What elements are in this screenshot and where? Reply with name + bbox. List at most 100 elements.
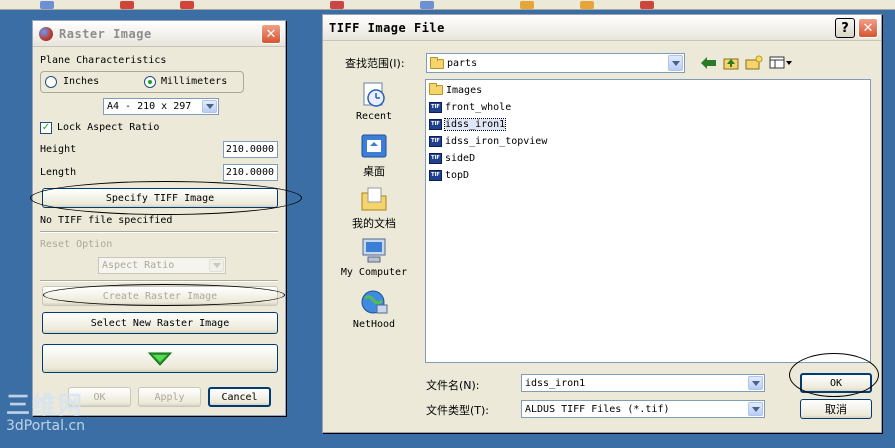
chevron-down-icon[interactable]	[668, 55, 683, 71]
expand-button[interactable]	[42, 344, 278, 373]
toolbar-icon[interactable]	[180, 1, 194, 9]
file-name: idss_iron1	[443, 117, 507, 131]
list-item-file[interactable]: TIF topD	[429, 168, 469, 182]
raster-titlebar[interactable]: Raster Image ✕	[33, 21, 285, 47]
list-item-file[interactable]: TIF sideD	[429, 151, 475, 165]
toolbar-icon[interactable]	[580, 1, 594, 9]
look-in-select[interactable]: parts	[426, 53, 685, 73]
file-name: Images	[446, 84, 483, 96]
chevron-down-icon[interactable]	[748, 402, 763, 416]
filetype-label: 文件类型(T):	[426, 404, 490, 417]
look-in-value: parts	[447, 57, 478, 69]
tiff-ok-button[interactable]: OK	[800, 373, 872, 393]
tiff-cancel-button[interactable]: 取消	[800, 399, 872, 419]
place-label: 我的文档	[352, 217, 396, 230]
chevron-down-icon	[209, 259, 224, 272]
place-recent[interactable]: Recent	[339, 81, 409, 122]
file-name: front_whole	[445, 101, 512, 113]
toolbar-icon[interactable]	[520, 1, 534, 9]
select-new-raster-button[interactable]: Select New Raster Image	[42, 312, 278, 334]
watermark-main: 三维网	[6, 391, 84, 419]
plane-characteristics-label: Plane Characteristics	[40, 55, 167, 66]
app-logo-icon	[39, 26, 53, 41]
paper-size-value: A4 - 210 x 297	[107, 101, 192, 112]
place-label: Recent	[355, 111, 393, 122]
close-icon[interactable]: ✕	[858, 18, 878, 38]
list-item-file[interactable]: TIF front_whole	[429, 100, 511, 114]
inches-radio[interactable]	[45, 76, 57, 88]
help-icon[interactable]: ?	[835, 18, 855, 38]
raster-cancel-label: Cancel	[221, 391, 258, 403]
recent-icon	[359, 81, 389, 109]
view-menu-icon[interactable]	[769, 56, 793, 69]
place-my-documents[interactable]: 我的文档	[339, 185, 409, 231]
filename-input[interactable]: idss_iron1	[521, 374, 765, 392]
aspect-ratio-value: Aspect Ratio	[102, 260, 175, 271]
toolbar-icon[interactable]	[40, 1, 54, 9]
place-desktop[interactable]: 桌面	[339, 133, 409, 179]
close-icon[interactable]: ✕	[261, 24, 281, 44]
chevron-down-icon[interactable]	[202, 100, 217, 113]
file-name: topD	[445, 169, 470, 181]
raster-ok-label: OK	[93, 391, 106, 403]
back-arrow-icon[interactable]	[701, 57, 717, 69]
tif-file-icon: TIF	[429, 169, 442, 181]
divider	[40, 231, 278, 233]
chevron-down-icon[interactable]	[748, 376, 763, 390]
place-label: 桌面	[363, 165, 385, 178]
length-input[interactable]: 210.0000	[223, 164, 278, 181]
desktop-icon	[359, 133, 389, 161]
watermark-sub: 3dPortal.cn	[6, 418, 86, 434]
filetype-select[interactable]: ALDUS TIFF Files (*.tif)	[521, 400, 765, 418]
length-value: 210.0000	[225, 167, 274, 178]
lock-aspect-checkbox[interactable]: ✓	[40, 122, 52, 134]
up-folder-icon[interactable]	[723, 55, 739, 70]
raster-title: Raster Image	[59, 26, 152, 41]
toolbar-icon[interactable]	[330, 1, 344, 9]
folder-icon	[429, 83, 443, 95]
place-label: NetHood	[352, 319, 396, 330]
millimeters-label: Millimeters	[161, 76, 228, 87]
tiff-status-text: No TIFF file specified	[40, 215, 173, 226]
length-label: Length	[40, 167, 77, 178]
new-folder-icon[interactable]	[745, 55, 763, 70]
watermark-logo: 三维网 3dPortal.cn	[6, 392, 85, 434]
select-new-raster-label: Select New Raster Image	[90, 317, 230, 329]
help-glyph: ?	[841, 20, 849, 36]
toolbar-icon[interactable]	[120, 1, 134, 9]
height-label: Height	[40, 144, 77, 155]
lock-aspect-label: Lock Aspect Ratio	[57, 122, 160, 133]
paper-size-select[interactable]: A4 - 210 x 297	[103, 98, 219, 115]
inches-label: Inches	[63, 76, 100, 87]
folder-icon	[430, 57, 444, 69]
list-item-folder[interactable]: Images	[429, 83, 482, 97]
tiff-cancel-label: 取消	[825, 403, 847, 416]
height-input[interactable]: 210.0000	[223, 141, 278, 158]
raster-image-dialog: Raster Image ✕ Plane Characteristics Inc…	[30, 20, 302, 416]
computer-icon	[359, 237, 389, 265]
list-item-file-selected[interactable]: TIF idss_iron1	[429, 117, 507, 131]
tif-file-icon: TIF	[429, 118, 442, 130]
millimeters-radio[interactable]	[144, 76, 156, 88]
background-toolbar	[0, 0, 895, 10]
toolbar-icon[interactable]	[420, 1, 434, 9]
list-item-file[interactable]: TIF idss_iron_topview	[429, 134, 547, 148]
raster-cancel-button[interactable]: Cancel	[208, 387, 271, 407]
apply-button: Apply	[138, 387, 201, 407]
file-list[interactable]: Images TIF front_whole TIF idss_iron1 TI…	[425, 79, 871, 363]
divider	[40, 280, 278, 282]
tiff-title: TIFF Image File	[329, 20, 445, 35]
height-value: 210.0000	[225, 144, 274, 155]
place-nethood[interactable]: NetHood	[339, 289, 409, 330]
filename-label: 文件名(N):	[426, 379, 480, 392]
chevron-down-icon	[148, 352, 172, 366]
place-label: My Computer	[340, 267, 408, 278]
specify-tiff-button[interactable]: Specify TIFF Image	[42, 188, 278, 208]
tiff-titlebar[interactable]: TIFF Image File ? ✕	[323, 15, 881, 41]
place-my-computer[interactable]: My Computer	[339, 237, 409, 278]
create-raster-button: Create Raster Image	[42, 286, 278, 306]
tiff-ok-label: OK	[829, 377, 843, 389]
filename-value: idss_iron1	[525, 377, 586, 389]
file-name: sideD	[445, 152, 476, 164]
toolbar-icon[interactable]	[640, 1, 654, 9]
